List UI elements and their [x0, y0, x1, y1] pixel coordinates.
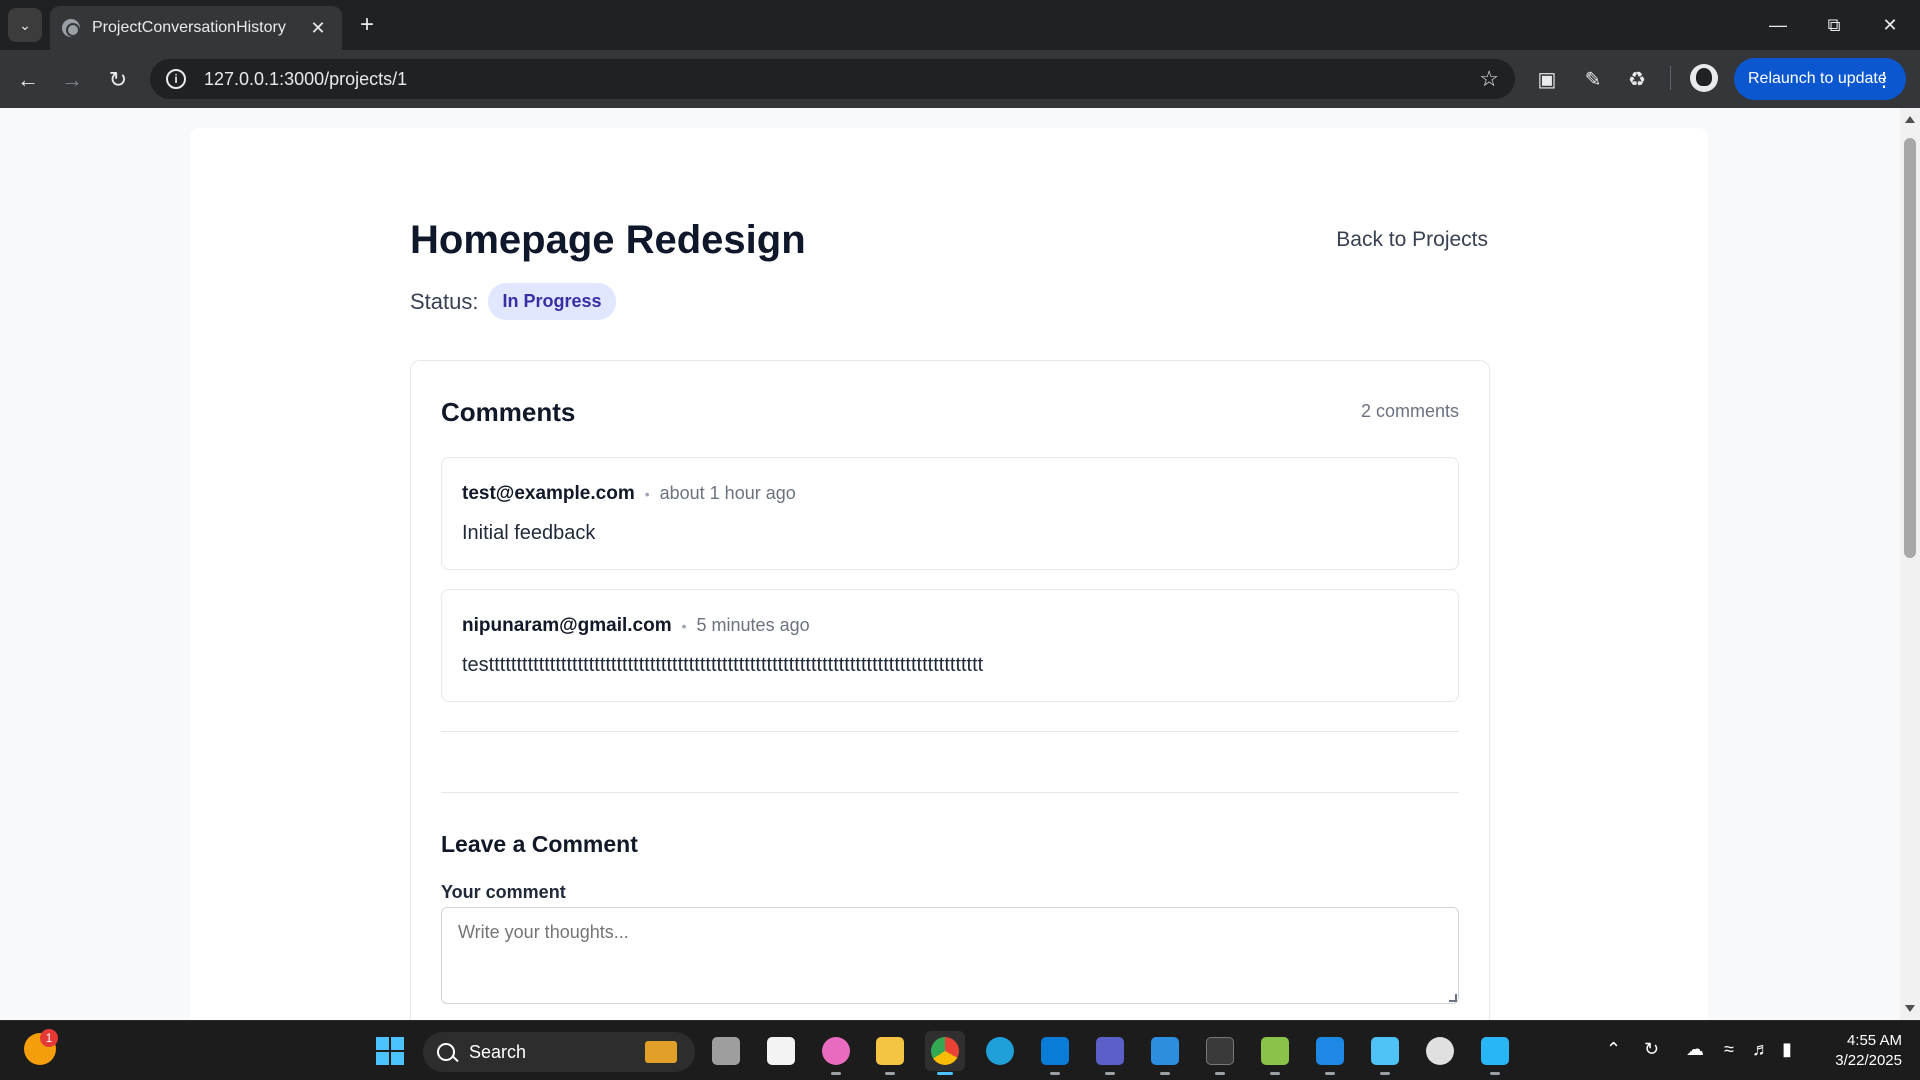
meta-separator: •	[681, 618, 687, 634]
leave-comment-heading: Leave a Comment	[441, 831, 638, 857]
battery-icon[interactable]: ▮	[1782, 1039, 1792, 1060]
toolbar-divider	[1670, 66, 1671, 90]
page-viewport: Homepage Redesign Back to Projects Statu…	[0, 108, 1900, 1020]
comment-body: testtttttttttttttttttttttttttttttttttttt…	[462, 654, 984, 676]
comment-item: test@example.com • about 1 hour ago Init…	[441, 457, 1459, 570]
arrow-left-icon: ←	[17, 67, 39, 92]
search-label: Search	[469, 1041, 527, 1062]
system-clock[interactable]: 4:55 AM 3/22/2025	[1810, 1031, 1902, 1071]
terminal-icon[interactable]	[1200, 1031, 1240, 1075]
comment-author: test@example.com	[462, 483, 635, 504]
minimize-button[interactable]: —	[1750, 0, 1806, 50]
forward-button[interactable]: →	[54, 62, 90, 98]
comment-author: nipunaram@gmail.com	[462, 615, 672, 636]
windows-logo-icon	[376, 1037, 404, 1065]
github-icon[interactable]	[1420, 1031, 1460, 1071]
arrow-right-icon: →	[61, 67, 83, 92]
file-explorer-icon[interactable]	[870, 1031, 910, 1075]
task-view-icon[interactable]	[706, 1031, 746, 1071]
page-title: Homepage Redesign	[410, 218, 806, 262]
reload-icon: ↻	[108, 67, 128, 92]
notepad-icon[interactable]	[1365, 1031, 1405, 1075]
comment-field-label: Your comment	[441, 882, 566, 902]
store-icon[interactable]	[761, 1031, 801, 1071]
more-options-icon[interactable]: ⋮	[1874, 67, 1894, 92]
globe-icon	[62, 19, 80, 37]
page-scrollbar[interactable]	[1900, 108, 1920, 1020]
browser-titlebar: ⌄ ProjectConversationHistory ✕ + — ⧉ ✕	[0, 0, 1920, 50]
comment-body: Initial feedback	[462, 522, 596, 544]
reload-button[interactable]: ↻	[100, 62, 136, 98]
relaunch-update-button[interactable]: Relaunch to update ⋮	[1734, 58, 1906, 100]
relaunch-label: Relaunch to update	[1748, 70, 1887, 87]
chrome-icon[interactable]	[925, 1031, 965, 1075]
profile-avatar[interactable]	[1690, 64, 1718, 92]
divider	[441, 792, 1459, 793]
scrollbar-thumb[interactable]	[1904, 138, 1916, 558]
comment-time: about 1 hour ago	[659, 483, 796, 503]
back-button[interactable]: ←	[10, 62, 46, 98]
restore-button[interactable]: ⧉	[1806, 0, 1862, 50]
status-row: Status: In Progress	[410, 283, 616, 320]
clock-time: 4:55 AM	[1846, 1032, 1902, 1049]
tray-overflow-icon[interactable]: ⌃	[1606, 1039, 1621, 1060]
start-button[interactable]	[370, 1031, 410, 1071]
taskbar-search[interactable]: Search	[423, 1032, 695, 1072]
edge-icon[interactable]	[980, 1031, 1020, 1071]
wifi-icon[interactable]: ≈	[1724, 1039, 1734, 1060]
notepad-plus-icon[interactable]	[1255, 1031, 1295, 1075]
divider	[441, 731, 1459, 732]
tab-search-button[interactable]: ⌄	[8, 8, 42, 42]
clock-date: 3/22/2025	[1835, 1052, 1902, 1069]
extensions-puzzle-icon[interactable]: ♻	[1622, 64, 1652, 94]
address-bar[interactable]: i 127.0.0.1:3000/projects/1 ☆	[150, 59, 1515, 99]
cloud-offline-icon[interactable]: ☁	[1686, 1039, 1704, 1060]
site-info-icon[interactable]: i	[166, 69, 186, 89]
browser-toolbar: ← → ↻ i 127.0.0.1:3000/projects/1 ☆ ▣ ✎ …	[0, 50, 1920, 108]
teams-icon[interactable]	[1090, 1031, 1130, 1075]
status-label: Status:	[410, 288, 479, 314]
comments-heading: Comments	[441, 397, 576, 427]
photos-icon[interactable]	[1145, 1031, 1185, 1075]
close-window-button[interactable]: ✕	[1862, 0, 1918, 50]
comment-time: 5 minutes ago	[696, 615, 810, 635]
resize-handle-icon[interactable]	[1449, 994, 1457, 1002]
comment-item: nipunaram@gmail.com • 5 minutes ago test…	[441, 589, 1459, 702]
search-icon	[437, 1043, 455, 1061]
comment-textarea[interactable]	[441, 907, 1459, 1004]
chevron-down-icon: ⌄	[19, 16, 31, 33]
tab-title: ProjectConversationHistory	[92, 19, 286, 36]
new-tab-button[interactable]: +	[352, 10, 382, 40]
copilot-icon[interactable]	[816, 1031, 856, 1075]
bookmark-star-icon[interactable]: ☆	[1479, 66, 1499, 92]
sync-icon[interactable]: ↻	[1644, 1039, 1659, 1060]
back-to-projects-link[interactable]: Back to Projects	[1336, 228, 1488, 252]
browser-tab[interactable]: ProjectConversationHistory ✕	[50, 6, 342, 50]
comments-count: 2 comments	[1360, 401, 1459, 421]
vscode-icon[interactable]	[1035, 1031, 1075, 1075]
url-text[interactable]: 127.0.0.1:3000/projects/1	[204, 69, 1479, 90]
search-highlight-icon	[645, 1041, 677, 1063]
screen-capture-icon[interactable]	[1310, 1031, 1350, 1075]
tab-close-icon[interactable]: ✕	[306, 18, 330, 39]
windows-taskbar: 1 Search ⌃ ↻ ☁ ≈ ♬ ▮ 4:55 AM 3/22/2025	[0, 1020, 1920, 1080]
volume-icon[interactable]: ♬	[1752, 1039, 1770, 1060]
edit-extension-icon[interactable]: ✎	[1578, 64, 1608, 94]
remote-desktop-icon[interactable]	[1475, 1031, 1515, 1075]
status-badge: In Progress	[488, 283, 616, 320]
comments-section: Comments 2 comments test@example.com • a…	[410, 360, 1490, 1020]
screen-capture-extension-icon[interactable]: ▣	[1532, 64, 1562, 94]
scroll-down-icon[interactable]	[1905, 1005, 1915, 1012]
meta-separator: •	[644, 486, 650, 502]
page-card: Homepage Redesign Back to Projects Statu…	[190, 128, 1708, 1020]
scroll-up-icon[interactable]	[1905, 116, 1915, 123]
notification-badge: 1	[40, 1029, 58, 1047]
